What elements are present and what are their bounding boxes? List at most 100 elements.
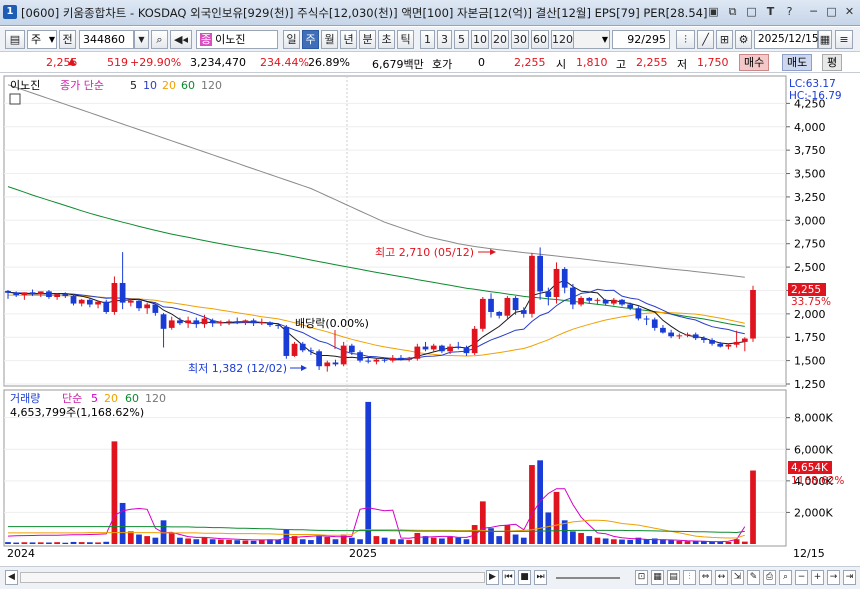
stock-code-input[interactable]: 344860 — [79, 30, 134, 49]
scroll-right-icon[interactable]: ▶ — [486, 570, 499, 585]
price-legend[interactable]: 종가 단순 — [60, 79, 104, 92]
volume-tick-label: 6,000K — [794, 443, 833, 456]
volume-bar — [381, 537, 388, 544]
maximize-icon[interactable]: □ — [824, 4, 839, 19]
candle — [627, 304, 634, 309]
market-mode-button[interactable]: 전 — [59, 30, 76, 49]
zoom-reset-icon[interactable]: ⌕ — [779, 570, 792, 585]
vma120-legend: 120 — [145, 392, 166, 405]
candle — [529, 255, 535, 314]
custom-interval-select[interactable]: ▼ — [568, 30, 610, 49]
date-field[interactable]: 2025/12/15 — [754, 30, 819, 49]
low-annotation: 최저 1,382 (12/02) — [188, 362, 287, 375]
volume-bar — [168, 532, 175, 544]
period-button-6[interactable]: 틱 — [397, 30, 414, 49]
stock-chart[interactable]: 1,2501,5001,7502,0002,2502,5002,7503,000… — [0, 74, 860, 566]
stop-icon[interactable]: ■ — [518, 570, 531, 585]
speaker-icon[interactable]: ◀◂ — [170, 30, 192, 49]
jump-start-icon[interactable]: ⏮ — [502, 570, 515, 585]
text-icon[interactable]: T — [763, 4, 778, 19]
dividend-annotation: 배당락(0.00%) — [295, 317, 369, 330]
interval-button-60[interactable]: 60 — [531, 30, 549, 49]
candle-type-icon[interactable]: ⫶ — [676, 30, 695, 49]
period-button-4[interactable]: 분 — [359, 30, 376, 49]
line-tool-icon[interactable]: ╱ — [697, 30, 714, 49]
sell-button[interactable]: 매도 — [782, 54, 813, 71]
volume-bar — [676, 540, 683, 544]
period-button-5[interactable]: 초 — [378, 30, 395, 49]
zoom-in-icon[interactable]: + — [811, 570, 824, 585]
help-icon[interactable]: ? — [782, 4, 797, 19]
interval-button-120[interactable]: 120 — [551, 30, 574, 49]
market-select[interactable]: 주 ▼ — [27, 30, 57, 49]
price-tick-label: 2,500 — [794, 261, 826, 274]
scroll-right-end-icon[interactable]: → — [827, 570, 840, 585]
volume-bar — [119, 502, 126, 544]
candle — [701, 338, 707, 341]
volume-bar — [152, 537, 159, 544]
fit-icon[interactable]: ⇲ — [731, 570, 744, 585]
candle — [479, 298, 486, 329]
indicator-add-icon[interactable]: ⊞ — [716, 30, 733, 49]
volume-info: 4,653,799주(1,168.62%) — [10, 406, 144, 419]
price-pane-name[interactable]: 이노진 — [10, 79, 40, 92]
buy-button[interactable]: 매수 — [739, 54, 770, 71]
volume-bar — [398, 539, 404, 544]
window-icon[interactable]: □ — [744, 4, 759, 19]
volume-bar — [324, 536, 331, 544]
candle — [13, 292, 20, 296]
period-button-1[interactable]: 주 — [302, 30, 319, 49]
stock-name-field[interactable]: 종 이노진 — [196, 30, 278, 49]
interval-button-3[interactable]: 3 — [437, 30, 452, 49]
draw-icon[interactable]: ✎ — [747, 570, 760, 585]
layout-icon[interactable]: ▤ — [667, 570, 680, 585]
grid-icon[interactable]: ▦ — [651, 570, 664, 585]
volume-pane-name[interactable]: 거래량 — [10, 392, 40, 405]
stock-search-icon[interactable]: ▤ — [5, 30, 25, 49]
data-count-field[interactable]: 92/295 — [612, 30, 670, 49]
settings-icon[interactable]: ⚙ — [735, 30, 752, 49]
volume-bar — [37, 542, 44, 544]
scroll-end-icon[interactable]: ⇥ — [843, 570, 856, 585]
bottom-scrollbar: ◀ ▶ ⏮ ■ ⏭ ⊡ ▦ ▤ ⫶ ⇔ ↔ ⇲ ✎ ⎙ ⌕ − + → ⇥ — [0, 566, 860, 589]
scroll-left-icon[interactable]: ◀ — [5, 570, 18, 585]
interval-button-20[interactable]: 20 — [491, 30, 509, 49]
period-button-3[interactable]: 년 — [340, 30, 357, 49]
jump-end-icon[interactable]: ⏭ — [534, 570, 547, 585]
print-icon[interactable]: ⎙ — [763, 570, 776, 585]
search-icon[interactable]: ⌕ — [151, 30, 168, 49]
volume-legend[interactable]: 단순 — [62, 392, 82, 405]
volume-bar — [463, 539, 470, 544]
expand-icon[interactable]: ↔ — [715, 570, 728, 585]
volume-bar — [226, 539, 232, 544]
minimize-icon[interactable]: ─ — [806, 4, 821, 19]
save-icon[interactable]: ▣ — [706, 4, 721, 19]
volume-bar — [193, 539, 200, 544]
volume-bar — [741, 541, 748, 544]
interval-button-5[interactable]: 5 — [454, 30, 469, 49]
interval-button-1[interactable]: 1 — [420, 30, 435, 49]
chevron-down-icon[interactable]: ▼ — [134, 30, 149, 49]
candle — [545, 291, 552, 298]
table-toggle-icon[interactable] — [9, 93, 21, 105]
zoom-box-icon[interactable]: ⊡ — [635, 570, 648, 585]
interval-button-30[interactable]: 30 — [511, 30, 529, 49]
volume-bar — [13, 542, 20, 544]
restore-icon[interactable]: ⧉ — [725, 4, 740, 19]
period-button-0[interactable]: 일 — [283, 30, 300, 49]
vma20-legend: 20 — [104, 392, 118, 405]
scroll-track[interactable] — [20, 572, 485, 583]
chart-type-icon[interactable]: ⫶ — [683, 570, 696, 585]
zoom-slider[interactable] — [556, 577, 620, 579]
high-annotation: 최고 2,710 (05/12) — [375, 246, 474, 259]
candle — [119, 282, 126, 303]
candle — [5, 290, 11, 293]
avg-button[interactable]: 평 — [822, 54, 843, 71]
interval-button-10[interactable]: 10 — [471, 30, 489, 49]
close-icon[interactable]: ✕ — [842, 4, 857, 19]
grid-menu-icon[interactable]: ≡ — [835, 30, 853, 49]
calendar-icon[interactable]: ▦ — [818, 30, 832, 49]
compress-icon[interactable]: ⇔ — [699, 570, 712, 585]
zoom-out-icon[interactable]: − — [795, 570, 808, 585]
period-button-2[interactable]: 월 — [321, 30, 338, 49]
